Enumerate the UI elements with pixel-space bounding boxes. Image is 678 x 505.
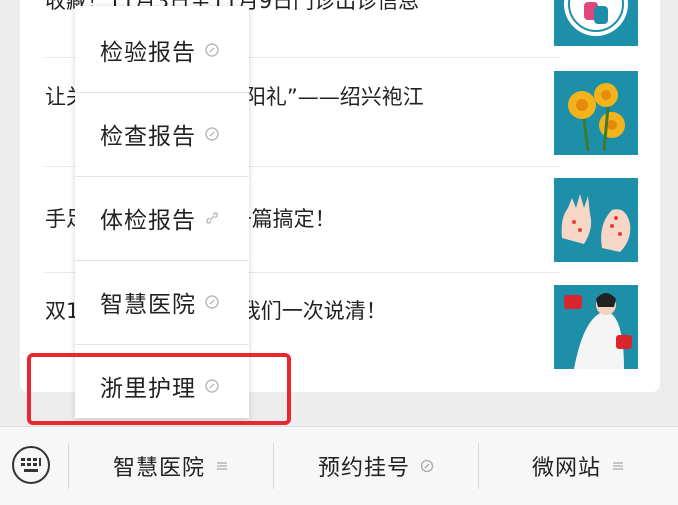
- link-icon: [420, 459, 434, 473]
- promo-thumbnail[interactable]: [554, 285, 638, 369]
- hand-foot-thumbnail[interactable]: [554, 178, 638, 262]
- keyboard-icon[interactable]: [12, 446, 50, 484]
- menu-icon: [217, 462, 227, 470]
- tab-book-appointment[interactable]: 预约挂号: [274, 445, 478, 487]
- tab-micro-website[interactable]: 微网站: [479, 445, 678, 487]
- menu-item-label: 体检报告: [100, 208, 196, 234]
- tab-label: 微网站: [531, 456, 601, 481]
- menu-item-label: 智慧医院: [100, 292, 196, 318]
- hospital-logo-thumbnail[interactable]: [554, 0, 638, 46]
- menu-item-label: 检查报告: [100, 124, 196, 150]
- tab-label: 智慧医院: [112, 456, 205, 481]
- link-icon: [206, 212, 218, 224]
- menu-item-exam-report[interactable]: 检查报告: [75, 92, 249, 176]
- menu-item-checkup-report[interactable]: 体检报告: [75, 176, 249, 260]
- tab-smart-hospital[interactable]: 智慧医院: [69, 445, 273, 487]
- menu-item-label: 检验报告: [100, 40, 196, 66]
- highlight-box: [27, 353, 291, 425]
- link-icon: [205, 295, 219, 309]
- menu-item-smart-hospital[interactable]: 智慧医院: [75, 260, 249, 344]
- menu-item-lab-report[interactable]: 检验报告: [75, 8, 249, 92]
- link-icon: [205, 43, 219, 57]
- chrysanthemum-thumbnail[interactable]: [554, 71, 638, 155]
- link-icon: [205, 127, 219, 141]
- bottom-menu-bar: 智慧医院 预约挂号 微网站: [0, 426, 678, 505]
- menu-icon: [613, 462, 623, 470]
- tab-label: 预约挂号: [317, 456, 410, 481]
